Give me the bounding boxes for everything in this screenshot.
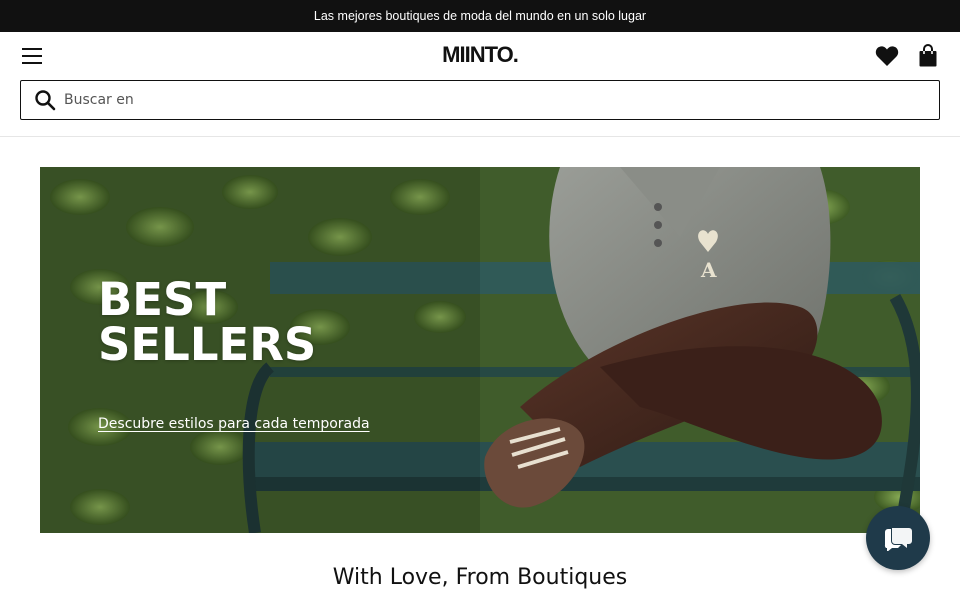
hero-link[interactable]: Descubre estilos para cada temporada: [98, 416, 370, 432]
hero-title-line2: SELLERS: [98, 318, 317, 371]
hero-banner[interactable]: A BEST SELLERS Descubre estilos para cad…: [40, 167, 920, 533]
menu-icon[interactable]: [20, 44, 44, 68]
promo-text: Las mejores boutiques de moda del mundo …: [313, 9, 647, 23]
hero-title-line1: BEST: [98, 273, 227, 326]
search-input[interactable]: [64, 81, 939, 119]
chat-icon: [884, 528, 912, 551]
hero-title: BEST SELLERS: [98, 277, 316, 367]
search-icon[interactable]: [34, 89, 56, 111]
svg-text:A: A: [700, 258, 717, 282]
site-header: MIINTO.: [0, 32, 960, 80]
heart-icon[interactable]: [875, 45, 899, 67]
section-title: With Love, From Boutiques: [332, 565, 628, 590]
search-bar: [20, 80, 940, 120]
header-divider: [0, 136, 960, 137]
logo[interactable]: MIINTO.: [380, 42, 580, 68]
bag-icon[interactable]: [918, 44, 938, 68]
chat-button[interactable]: [866, 506, 930, 570]
promo-bar: Las mejores boutiques de moda del mundo …: [0, 0, 960, 32]
